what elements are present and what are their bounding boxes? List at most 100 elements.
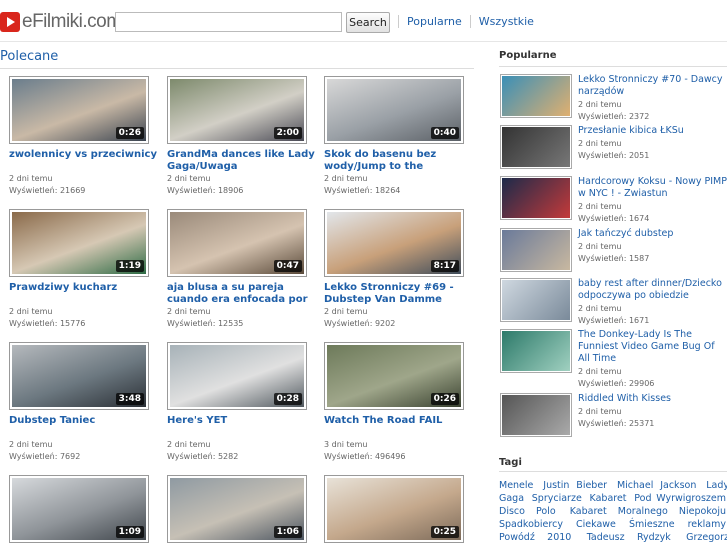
popular-views: Wyświetleń: 1587 — [578, 254, 650, 263]
popular-title-link[interactable]: baby rest after dinner/Dziecko odpoczywa… — [578, 278, 727, 302]
video-views: Wyświetleń: 18264 — [324, 186, 401, 195]
video-title-link[interactable]: GrandMa dances like Lady Gaga/Uwaga — [167, 149, 322, 173]
popular-title-link[interactable]: Lekko Stronniczy #70 - Dawcy narządów — [578, 74, 727, 98]
popular-thumbnail[interactable] — [500, 278, 572, 322]
header: eFilmiki.com Search Popularne Wszystkie — [0, 0, 727, 42]
video-age: 2 dni temu — [9, 174, 53, 183]
play-logo-icon — [0, 12, 20, 32]
video-thumbnail[interactable]: 0:26 — [324, 342, 464, 410]
video-title-link[interactable]: Watch The Road FAIL — [324, 415, 479, 427]
section-title: Polecane — [0, 49, 59, 64]
video-views: Wyświetleń: 12535 — [167, 319, 244, 328]
popular-age: 2 dni temu — [578, 367, 622, 376]
video-title-link[interactable]: Dubstep Taniec — [9, 415, 164, 427]
nav-popular[interactable]: Popularne — [398, 15, 470, 28]
duration-badge: 8:17 — [430, 260, 459, 272]
video-thumbnail[interactable]: 2:00 — [167, 76, 307, 144]
popular-title-link[interactable]: The Donkey-Lady Is The Funniest Video Ga… — [578, 329, 727, 365]
site-logo[interactable]: eFilmiki.com — [0, 11, 122, 33]
video-views: Wyświetleń: 7692 — [9, 452, 81, 461]
video-views: Wyświetleń: 18906 — [167, 186, 244, 195]
popular-title-link[interactable]: Przesłanie kibica ŁKSu — [578, 125, 727, 137]
popular-views: Wyświetleń: 1674 — [578, 214, 650, 223]
popular-age: 2 dni temu — [578, 100, 622, 109]
nav-all[interactable]: Wszystkie — [469, 15, 542, 28]
search-button[interactable]: Search — [346, 12, 390, 33]
tag-link[interactable]: reklamy — [688, 519, 726, 530]
sidebar-divider — [499, 66, 727, 67]
tag-link[interactable]: Disco Polo — [499, 506, 556, 517]
tag-link[interactable]: Tadeusz Rydzyk — [587, 532, 671, 543]
popular-views: Wyświetleń: 1671 — [578, 316, 650, 325]
thumbnail-image — [502, 331, 570, 371]
video-thumbnail[interactable]: 0:25 — [324, 475, 464, 543]
duration-badge: 0:47 — [273, 260, 302, 272]
thumbnail-image: 8:17 — [327, 212, 461, 274]
tag-link[interactable]: Pod Wyrwigroszem — [634, 493, 726, 504]
video-age: 2 dni temu — [324, 307, 368, 316]
thumbnail-image — [502, 127, 570, 167]
duration-badge: 0:25 — [430, 526, 459, 538]
video-title-link[interactable]: aja blusa a su pareja cuando era enfocad… — [167, 282, 322, 306]
video-views: Wyświetleń: 5282 — [167, 452, 239, 461]
popular-thumbnail[interactable] — [500, 176, 572, 220]
search-input[interactable] — [115, 12, 342, 32]
tags-title: Tagi — [499, 457, 522, 468]
video-thumbnail[interactable]: 0:28 — [167, 342, 307, 410]
popular-age: 2 dni temu — [578, 202, 622, 211]
tag-link[interactable]: Justin Bieber — [543, 480, 607, 491]
video-age: 2 dni temu — [324, 174, 368, 183]
video-thumbnail[interactable]: 0:40 — [324, 76, 464, 144]
popular-age: 2 dni temu — [578, 407, 622, 416]
video-title-link[interactable]: Prawdziwy kucharz — [9, 282, 164, 294]
thumbnail-image: 3:48 — [12, 345, 146, 407]
tag-cloud: Menele Justin Bieber Michael Jackson Lad… — [499, 479, 727, 545]
popular-views: Wyświetleń: 29906 — [578, 379, 655, 388]
popular-title-link[interactable]: Jak tańczyć dubstep — [578, 228, 727, 240]
video-title-link[interactable]: zwolennicy vs przeciwnicy — [9, 149, 164, 161]
popular-thumbnail[interactable] — [500, 393, 572, 437]
video-thumbnail[interactable]: 0:47 — [167, 209, 307, 277]
tag-link[interactable]: Śmieszne — [629, 519, 675, 530]
tag-link[interactable]: Powódź 2010 — [499, 532, 571, 543]
section-divider — [0, 68, 474, 69]
video-title-link[interactable]: Here's YET — [167, 415, 322, 427]
thumbnail-image — [502, 178, 570, 218]
thumbnail-image: 0:28 — [170, 345, 304, 407]
popular-age: 2 dni temu — [578, 139, 622, 148]
video-thumbnail[interactable]: 1:09 — [9, 475, 149, 543]
popular-title-link[interactable]: Riddled With Kisses — [578, 393, 727, 405]
thumbnail-image: 0:26 — [12, 79, 146, 141]
video-title-link[interactable]: Lekko Stronniczy #69 - Dubstep Van Damme — [324, 282, 479, 306]
tag-link[interactable]: Menele — [499, 480, 533, 491]
video-thumbnail[interactable]: 3:48 — [9, 342, 149, 410]
popular-thumbnail[interactable] — [500, 74, 572, 118]
tag-link[interactable]: Kabaret — [590, 493, 627, 504]
popular-views: Wyświetleń: 25371 — [578, 419, 655, 428]
popular-thumbnail[interactable] — [500, 125, 572, 169]
popular-thumbnail[interactable] — [500, 228, 572, 272]
duration-badge: 0:26 — [115, 127, 144, 139]
thumbnail-image — [502, 76, 570, 116]
popular-thumbnail[interactable] — [500, 329, 572, 373]
thumbnail-image — [502, 395, 570, 435]
tag-link[interactable]: Spadkobiercy — [499, 519, 563, 530]
video-age: 3 dni temu — [324, 440, 368, 449]
thumbnail-image: 1:19 — [12, 212, 146, 274]
thumbnail-image: 2:00 — [170, 79, 304, 141]
popular-age: 2 dni temu — [578, 242, 622, 251]
video-thumbnail[interactable]: 0:26 — [9, 76, 149, 144]
video-thumbnail[interactable]: 1:19 — [9, 209, 149, 277]
video-age: 2 dni temu — [9, 307, 53, 316]
tag-link[interactable]: Kabaret Moralnego Niepokoju — [570, 506, 726, 517]
video-views: Wyświetleń: 21669 — [9, 186, 86, 195]
tag-link[interactable]: Michael Jackson — [617, 480, 696, 491]
tags-divider — [499, 471, 727, 472]
video-thumbnail[interactable]: 1:06 — [167, 475, 307, 543]
tag-link[interactable]: Ciekawe — [576, 519, 616, 530]
tag-link[interactable]: Spryciarze — [532, 493, 582, 504]
video-title-link[interactable]: Skok do basenu bez wody/Jump to the — [324, 149, 479, 173]
popular-age: 2 dni temu — [578, 304, 622, 313]
popular-title-link[interactable]: Hardcorowy Koksu - Nowy PIMP w NYC ! - Z… — [578, 176, 727, 200]
video-thumbnail[interactable]: 8:17 — [324, 209, 464, 277]
